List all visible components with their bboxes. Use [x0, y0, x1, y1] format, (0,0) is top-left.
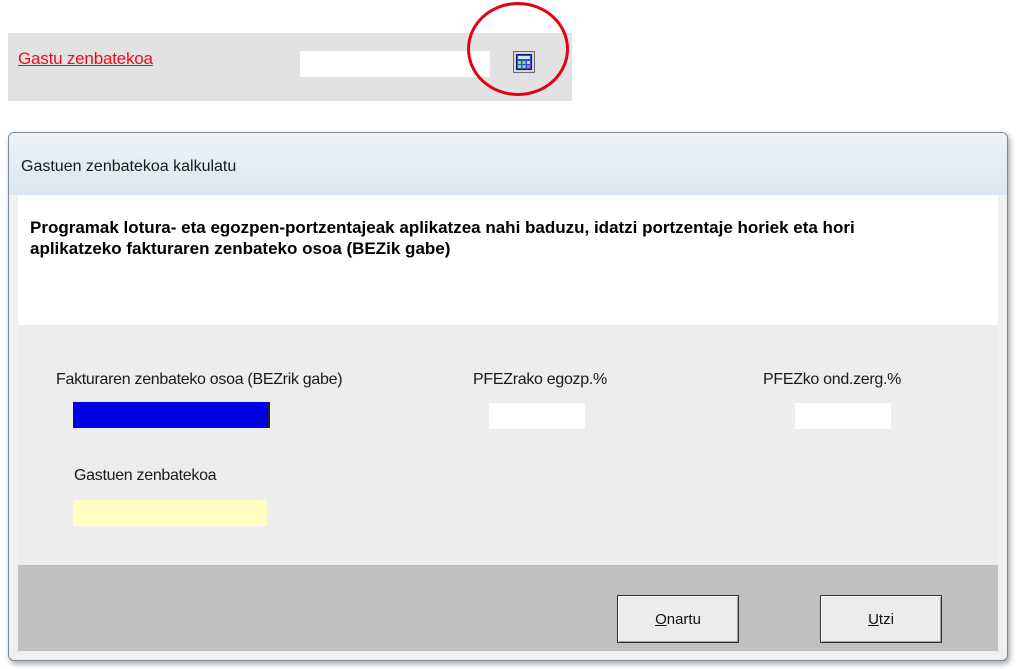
tax-rate-percent-label: PFEZko ond.zerg.% [763, 371, 902, 388]
withholding-percent-label: PFEZrako egozp.% [473, 371, 607, 388]
cancel-button[interactable]: Utzi [820, 595, 942, 643]
tax-rate-percent-input[interactable] [795, 403, 891, 429]
expense-amount-result [73, 500, 267, 526]
calculate-expense-dialog: Gastuen zenbatekoa kalkulatu Programak l… [8, 132, 1008, 661]
expense-amount-label: Gastuen zenbatekoa [74, 467, 217, 484]
withholding-percent-input[interactable] [489, 403, 585, 429]
highlight-circle [467, 2, 569, 96]
expense-amount-link[interactable]: Gastu zenbatekoa [18, 49, 153, 69]
expense-amount-input[interactable] [300, 51, 490, 77]
instructions-panel: Programak lotura- eta egozpen-portzentaj… [18, 195, 998, 325]
invoice-total-label: Fakturaren zenbateko osoa (BEZrik gabe) [56, 371, 343, 388]
instructions-text: Programak lotura- eta egozpen-portzentaj… [30, 218, 855, 258]
button-panel: Onartu Utzi [18, 565, 998, 651]
accept-button[interactable]: Onartu [617, 595, 739, 643]
dialog-title: Gastuen zenbatekoa kalkulatu [21, 158, 237, 175]
invoice-total-input[interactable] [73, 402, 270, 428]
dialog-titlebar[interactable]: Gastuen zenbatekoa kalkulatu [9, 133, 1007, 195]
fields-panel: Fakturaren zenbateko osoa (BEZrik gabe) … [18, 325, 998, 565]
